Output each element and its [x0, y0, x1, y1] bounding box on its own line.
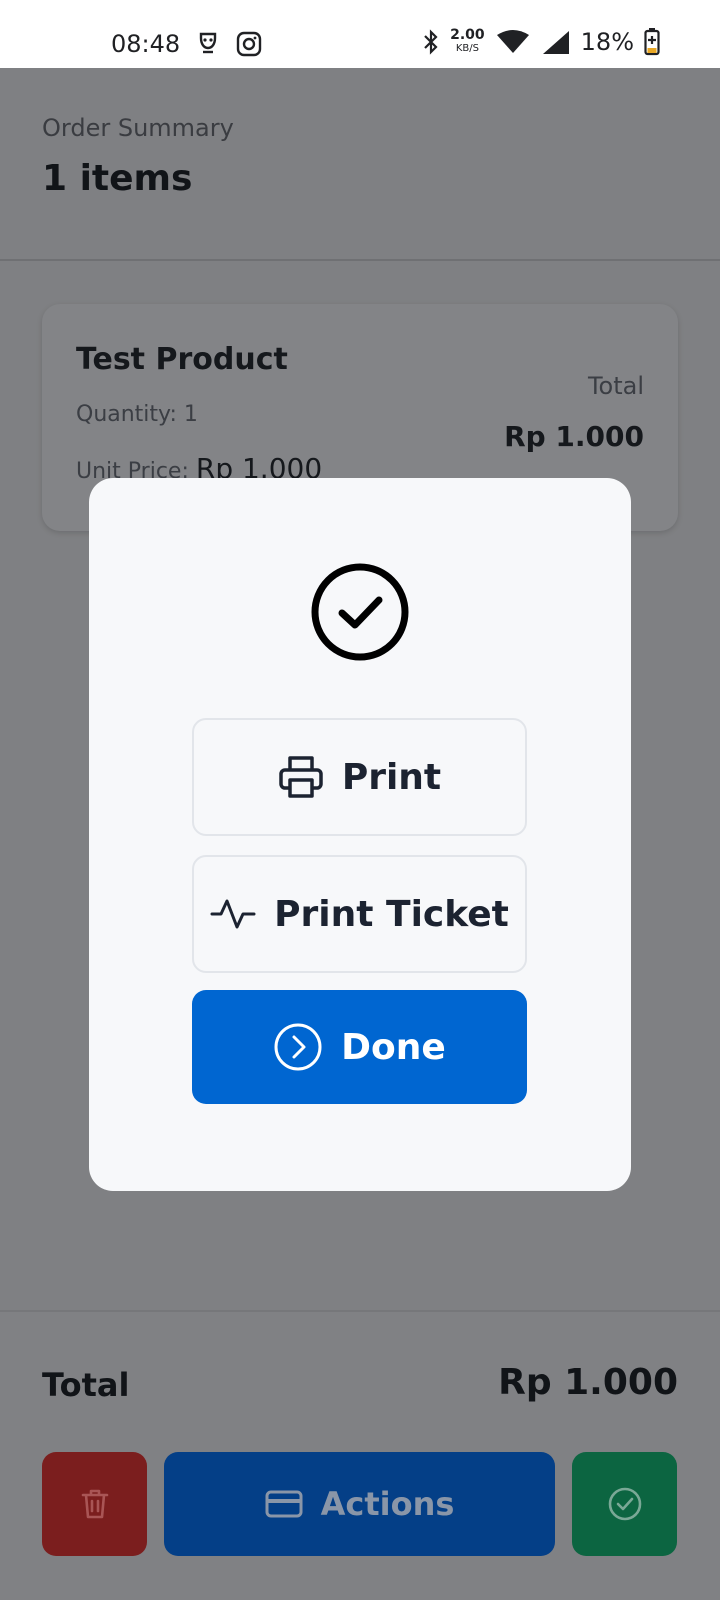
- trash-icon: [81, 1489, 108, 1519]
- actions-button[interactable]: Actions: [164, 1452, 555, 1556]
- network-speed-value: 2.00: [450, 27, 485, 43]
- network-speed: 2.00 KB/S: [450, 27, 485, 55]
- credit-card-icon: [265, 1490, 303, 1518]
- signal-icon: [542, 31, 569, 54]
- print-ticket-button[interactable]: Print Ticket: [192, 855, 527, 973]
- done-button[interactable]: Done: [192, 990, 527, 1104]
- bluetooth-icon: [424, 29, 438, 55]
- status-bar: 08:48 2.00 KB/S 18%: [0, 0, 720, 68]
- printer-icon: [279, 756, 323, 798]
- footer-total-value: Rp 1.000: [498, 1362, 678, 1403]
- done-label: Done: [341, 1026, 446, 1068]
- check-circle-icon: [608, 1487, 641, 1521]
- battery-charging-icon: [644, 28, 660, 56]
- chevron-right-circle-icon: [274, 1023, 322, 1071]
- instagram-icon: [236, 31, 262, 57]
- product-quantity: Quantity: 1: [76, 402, 198, 427]
- success-dialog: Print Print Ticket Done: [89, 478, 631, 1191]
- confirm-button[interactable]: [572, 1452, 677, 1556]
- network-speed-unit: KB/S: [455, 43, 479, 54]
- print-button[interactable]: Print: [192, 718, 527, 836]
- wifi-icon: [496, 30, 529, 53]
- print-ticket-label: Print Ticket: [274, 893, 509, 935]
- product-total-value: Rp 1.000: [504, 420, 644, 453]
- delete-button[interactable]: [42, 1452, 147, 1556]
- success-check-circle-icon: [311, 563, 409, 661]
- battery-percent: 18%: [580, 28, 634, 56]
- order-items-count: 1 items: [42, 158, 193, 199]
- order-header: Order Summary 1 items: [0, 68, 720, 261]
- status-time: 08:48: [111, 30, 181, 58]
- print-label: Print: [341, 756, 442, 798]
- activity-pulse-icon: [210, 899, 256, 929]
- notification-icons: [196, 31, 262, 57]
- footer-total-label: Total: [42, 1366, 130, 1404]
- notification-bot-icon: [199, 32, 217, 54]
- actions-label: Actions: [320, 1485, 455, 1523]
- order-summary-label: Order Summary: [42, 114, 234, 142]
- product-total-label: Total: [587, 372, 644, 400]
- system-icons: 2.00 KB/S 18%: [422, 28, 660, 56]
- product-name: Test Product: [76, 342, 288, 377]
- order-footer: Total Rp 1.000 Actions: [0, 1310, 720, 1600]
